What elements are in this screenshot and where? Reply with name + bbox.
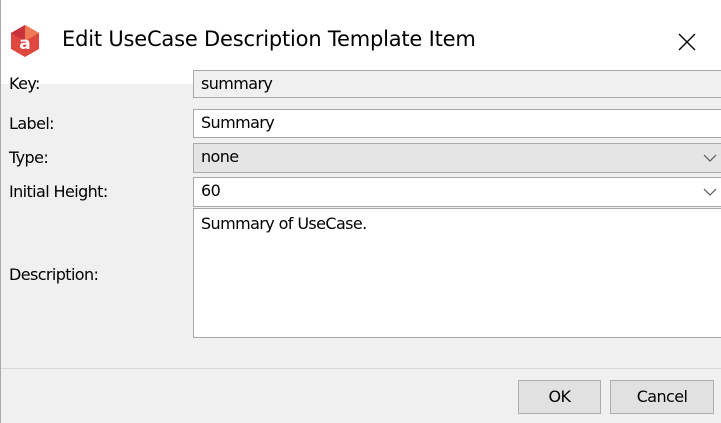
cancel-button[interactable]: Cancel	[610, 380, 714, 414]
type-select-value: none	[201, 147, 239, 166]
svg-text:a: a	[19, 34, 30, 54]
label-label: Label:	[9, 114, 55, 133]
type-select[interactable]: none	[193, 143, 721, 173]
key-label: Key:	[9, 74, 40, 93]
type-label: Type:	[9, 148, 49, 167]
dialog-title: Edit UseCase Description Template Item	[62, 27, 476, 51]
divider	[1, 368, 721, 369]
initial-height-value: 60	[201, 181, 221, 200]
astah-icon: a	[11, 25, 39, 57]
chevron-down-icon	[703, 188, 717, 196]
label-input[interactable]: Summary	[193, 109, 721, 138]
key-field: summary	[193, 70, 721, 98]
dialog-window: a Edit UseCase Description Template Item…	[0, 0, 721, 423]
close-icon[interactable]	[664, 20, 710, 64]
ok-button[interactable]: OK	[518, 380, 601, 414]
initial-height-label: Initial Height:	[9, 182, 108, 201]
description-label: Description:	[9, 265, 99, 284]
chevron-down-icon	[703, 154, 717, 162]
description-textarea[interactable]: Summary of UseCase.	[193, 208, 721, 338]
initial-height-select[interactable]: 60	[193, 177, 721, 207]
